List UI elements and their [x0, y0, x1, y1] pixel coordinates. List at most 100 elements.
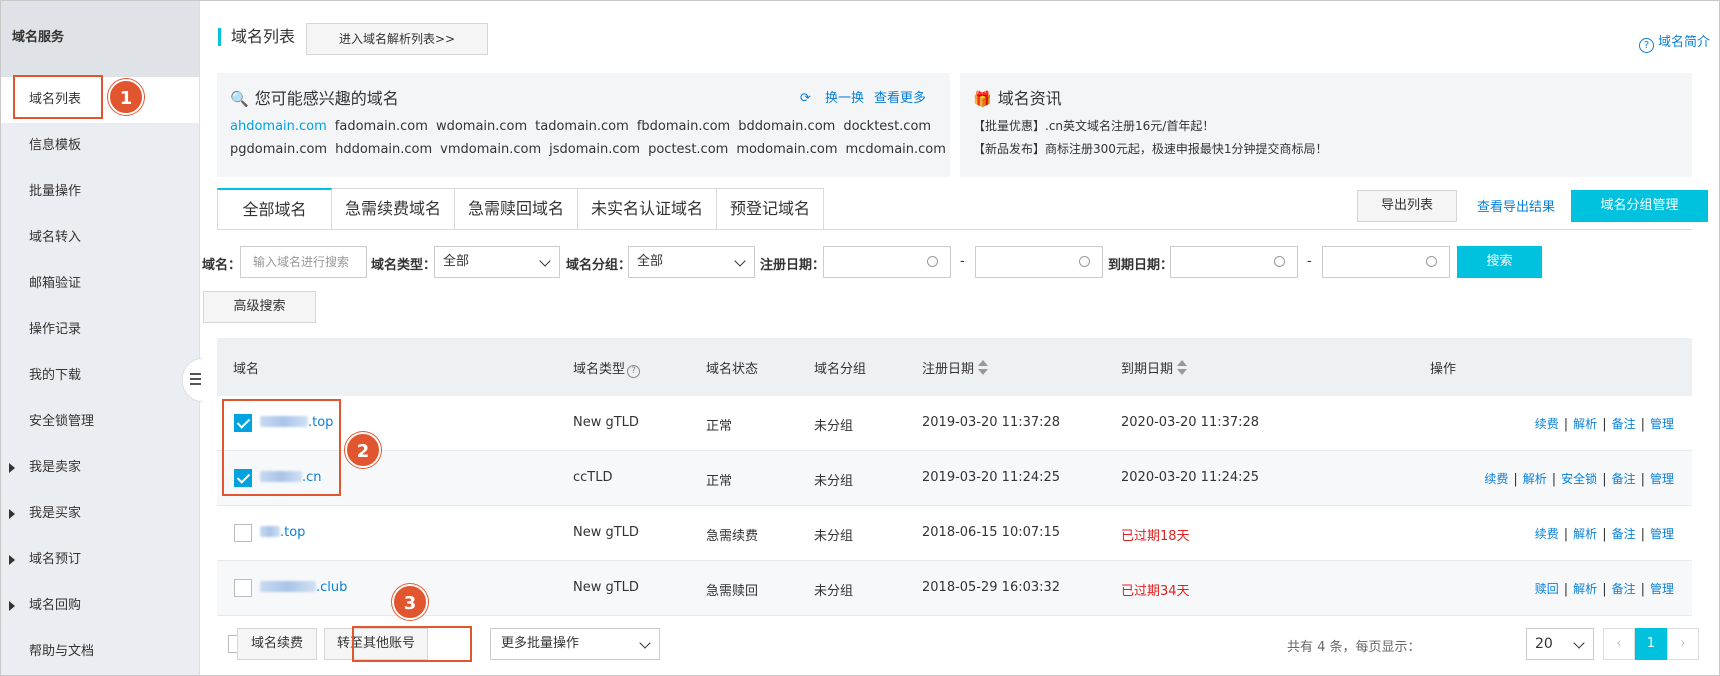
suggested-domain-link[interactable]: jsdomain.com — [549, 142, 640, 157]
sidebar-item[interactable]: 我的下载 — [0, 353, 199, 399]
row-action-link[interactable]: 解析 — [1523, 472, 1547, 486]
row-action-link[interactable]: 备注 — [1612, 527, 1636, 541]
group-manage-button[interactable]: 域名分组管理 — [1571, 190, 1708, 222]
suggested-domain-link[interactable]: tadomain.com — [535, 119, 629, 134]
row-action-link[interactable]: 续费 — [1484, 472, 1508, 486]
suggested-domain-link[interactable]: wdomain.com — [436, 119, 527, 134]
action-separator: | — [1640, 582, 1645, 597]
sidebar-item[interactable]: 域名预订 — [0, 537, 199, 583]
suggest-domain-list: ahdomain.com fadomain.com wdomain.com tadom… — [230, 115, 946, 161]
table-row: .top New gTLD 急需续费 未分组 2018-06-15 10:07:15 已过… — [217, 506, 1692, 561]
cell-group: 未分组 — [814, 584, 854, 599]
suggested-domain-link[interactable]: fbdomain.com — [637, 119, 730, 134]
tab[interactable]: 急需赎回域名 — [455, 188, 579, 230]
page-size-select[interactable]: 20 — [1526, 628, 1594, 660]
suggested-domain-link[interactable]: docktest.com — [843, 119, 931, 134]
suggested-domain-link[interactable]: modomain.com — [736, 142, 837, 157]
next-page-button[interactable]: › — [1667, 628, 1699, 660]
export-list-button[interactable]: 导出列表 — [1357, 190, 1457, 222]
col-reg-date[interactable]: 注册日期 — [922, 358, 989, 377]
batch-renew-button[interactable]: 域名续费 — [237, 628, 317, 660]
action-separator: | — [1602, 472, 1607, 487]
group-select[interactable]: 全部 — [628, 246, 755, 278]
sidebar-item[interactable]: 我是买家 — [0, 491, 199, 537]
news-item[interactable]: 【新品发布】商标注册300元起，极速申报最快1分钟提交商标局！ — [973, 138, 1328, 161]
domain-intro-link[interactable]: ? 域名简介 — [1638, 31, 1710, 53]
suggested-domain-link[interactable]: ahdomain.com — [230, 119, 327, 134]
sidebar-item[interactable]: 邮箱验证 — [0, 261, 199, 307]
tab[interactable]: 未实名认证域名 — [578, 188, 718, 230]
search-button[interactable]: 搜索 — [1457, 246, 1542, 278]
row-action-link[interactable]: 备注 — [1612, 472, 1636, 486]
advanced-search-button[interactable]: 高级搜索 — [203, 291, 316, 323]
row-action-link[interactable]: 备注 — [1612, 417, 1636, 431]
domain-name-link[interactable]: .top — [260, 525, 305, 540]
suggested-domain-link[interactable]: mcdomain.com — [846, 142, 946, 157]
type-filter-label: 域名类型： — [371, 258, 437, 273]
annotation-badge-1: 1 — [108, 79, 144, 115]
row-action-link[interactable]: 解析 — [1573, 582, 1597, 596]
dns-list-button[interactable]: 进入域名解析列表>> — [306, 23, 488, 55]
sidebar-item[interactable]: 操作记录 — [0, 307, 199, 353]
action-separator: | — [1551, 472, 1557, 487]
tab[interactable]: 全部域名 — [217, 188, 332, 230]
refresh-link[interactable]: ⟳ 换一换 — [790, 91, 864, 106]
suggested-domain-link[interactable]: fadomain.com — [335, 119, 428, 134]
col-type-label: 域名类型 — [573, 362, 626, 377]
row-action-link[interactable]: 解析 — [1573, 417, 1597, 431]
suggested-domain-link[interactable]: poctest.com — [648, 142, 728, 157]
chevron-down-icon — [734, 255, 746, 267]
row-action-link[interactable]: 管理 — [1650, 472, 1674, 486]
row-checkbox[interactable] — [234, 579, 252, 597]
redacted-domain-prefix — [260, 526, 280, 537]
row-action-link[interactable]: 管理 — [1650, 582, 1674, 596]
tab[interactable]: 预登记域名 — [717, 188, 825, 230]
suggested-domain-link[interactable]: bddomain.com — [738, 119, 835, 134]
row-action-link[interactable]: 解析 — [1573, 527, 1597, 541]
row-action-link[interactable]: 管理 — [1650, 417, 1674, 431]
row-action-link[interactable]: 赎回 — [1535, 582, 1559, 596]
sidebar-item[interactable]: 域名回购 — [0, 583, 199, 629]
page-1-button[interactable]: 1 — [1635, 628, 1667, 660]
cell-reg: 2018-05-29 16:03:32 — [922, 580, 1061, 595]
domain-search-input[interactable]: 输入域名进行搜索 — [240, 246, 367, 278]
sidebar-item[interactable]: 信息模板 — [0, 123, 199, 169]
prev-page-button[interactable]: ‹ — [1603, 628, 1635, 660]
sidebar-item[interactable]: 域名转入 — [0, 215, 199, 261]
domain-name-link[interactable]: .club — [260, 580, 347, 595]
sidebar-item[interactable]: 帮助与文档 — [0, 629, 199, 675]
exp-date-end-input[interactable] — [1322, 246, 1450, 278]
action-separator: | — [1640, 527, 1645, 542]
row-action-link[interactable]: 备注 — [1612, 582, 1636, 596]
reg-date-end-input[interactable] — [975, 246, 1103, 278]
row-checkbox[interactable] — [234, 524, 252, 542]
sidebar-item[interactable]: 安全锁管理 — [0, 399, 199, 445]
col-exp-date[interactable]: 到期日期 — [1121, 358, 1188, 377]
help-icon[interactable]: ? — [627, 365, 641, 378]
suggested-domain-link[interactable]: hddomain.com — [335, 142, 432, 157]
more-link[interactable]: 查看更多 — [874, 91, 926, 106]
more-batch-select[interactable]: 更多批量操作 — [490, 628, 660, 660]
suggested-domain-link[interactable]: vmdomain.com — [440, 142, 541, 157]
news-item[interactable]: 【批量优惠】.cn英文域名注册16元/首年起！ — [973, 115, 1328, 138]
row-action-link[interactable]: 续费 — [1535, 527, 1559, 541]
row-action-link[interactable]: 续费 — [1535, 417, 1559, 431]
row-action-link[interactable]: 管理 — [1650, 527, 1674, 541]
sidebar-item[interactable]: 批量操作 — [0, 169, 199, 215]
cell-status: 正常 — [706, 474, 733, 489]
redacted-domain-prefix — [260, 581, 316, 592]
cell-reg: 2018-06-15 10:07:15 — [922, 525, 1061, 540]
exp-date-start-input[interactable] — [1170, 246, 1298, 278]
search-icon: 🔍 — [230, 90, 249, 108]
suggest-actions: ⟳ 换一换 查看更多 — [780, 87, 926, 106]
view-export-link[interactable]: 查看导出结果 — [1477, 196, 1555, 215]
sidebar-item[interactable]: 我是卖家 — [0, 445, 199, 491]
type-select[interactable]: 全部 — [434, 246, 560, 278]
cell-exp: 已过期34天 — [1121, 584, 1190, 599]
domain-filter-label: 域名： — [202, 258, 242, 273]
col-type: 域名类型? — [573, 358, 641, 378]
row-action-link[interactable]: 安全锁 — [1561, 472, 1597, 486]
reg-date-start-input[interactable] — [823, 246, 951, 278]
tab[interactable]: 急需续费域名 — [332, 188, 456, 230]
suggested-domain-link[interactable]: pgdomain.com — [230, 142, 327, 157]
